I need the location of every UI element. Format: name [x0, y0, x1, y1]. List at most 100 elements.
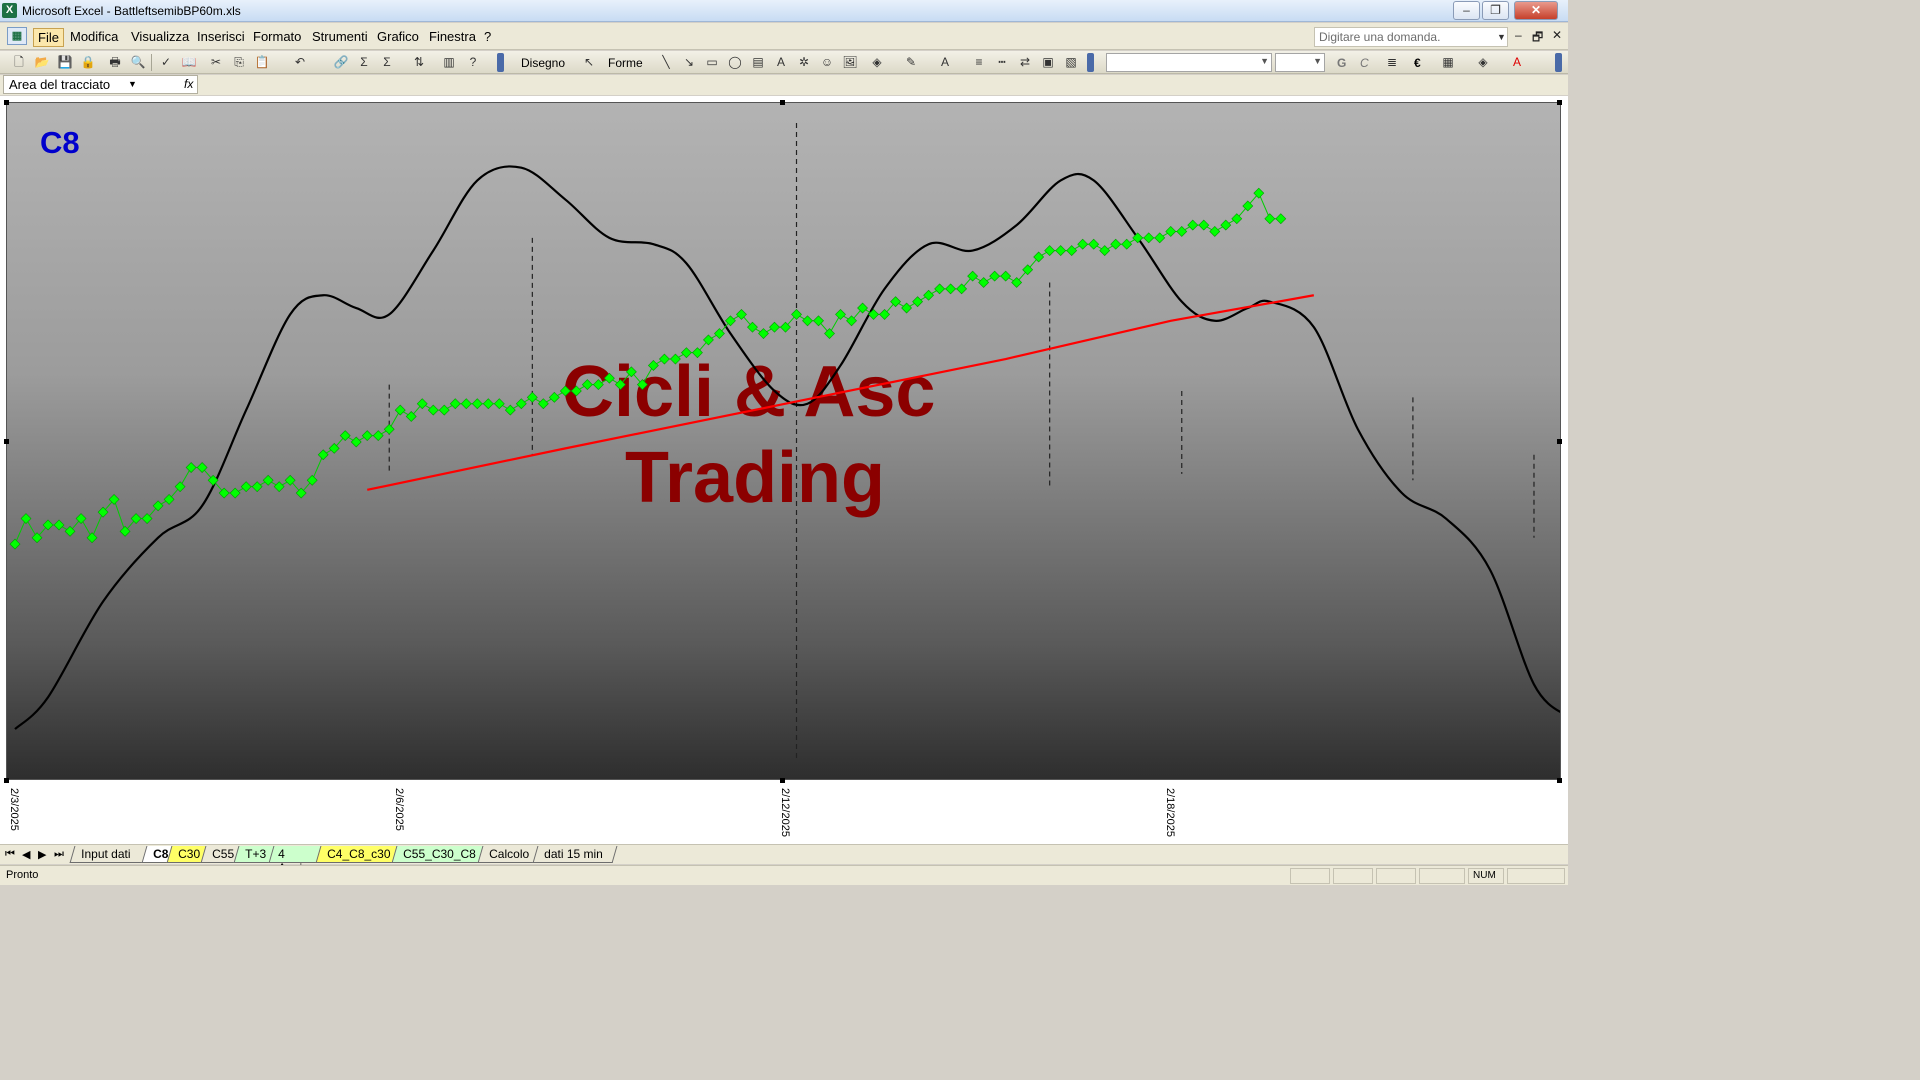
research-icon[interactable]: 📖 — [180, 54, 198, 71]
help-search-input[interactable]: Digitare una domanda. — [1314, 27, 1508, 47]
diagram-icon[interactable]: ✲ — [795, 54, 813, 71]
menu-finestra[interactable]: Finestra — [425, 28, 480, 45]
next-sheet-icon[interactable]: ▶ — [38, 848, 46, 861]
fill-color-icon[interactable]: ◈ — [868, 54, 886, 71]
minimize-button[interactable]: – — [1453, 1, 1480, 20]
toolbar-overflow-handle-2[interactable] — [1087, 53, 1094, 72]
selection-handle[interactable] — [1557, 100, 1562, 105]
font-color-icon-2[interactable]: A — [1508, 54, 1526, 71]
font-name-combo[interactable]: ▼ — [1106, 53, 1272, 72]
save-icon[interactable]: 💾 — [56, 54, 74, 71]
clipart-icon[interactable]: ☺ — [818, 54, 836, 71]
sheet-tab[interactable]: 4 Anni — [268, 846, 323, 875]
fx-icon[interactable]: fx — [184, 77, 193, 91]
draw-menu-button[interactable]: Disegno — [521, 56, 565, 70]
plot-area[interactable]: Cicli & Asc Trading C8 — [6, 102, 1561, 780]
menu-file[interactable]: File — [33, 28, 64, 47]
menu-inserisci[interactable]: Inserisci — [193, 28, 249, 45]
euro-button[interactable]: € — [1414, 56, 1421, 70]
wordart-icon[interactable]: A — [772, 54, 790, 71]
mdi-close-button[interactable]: ✕ — [1552, 28, 1562, 42]
toolbar-overflow-handle-3[interactable] — [1555, 53, 1562, 72]
copy-icon[interactable]: ⎘ — [230, 54, 248, 71]
mdi-minimize-button[interactable]: – — [1515, 28, 1522, 42]
highlight-icon[interactable]: ◈ — [1474, 54, 1492, 71]
chevron-down-icon[interactable]: ▼ — [128, 79, 137, 89]
selection-handle[interactable] — [1557, 778, 1562, 783]
menu-visualizza[interactable]: Visualizza — [127, 28, 193, 45]
arrow-style-icon[interactable]: ⇄ — [1016, 54, 1034, 71]
help-dropdown-icon[interactable]: ▼ — [1497, 32, 1506, 42]
shadow-style-icon[interactable]: ▣ — [1039, 54, 1057, 71]
selection-handle[interactable] — [4, 100, 9, 105]
price-point — [769, 321, 780, 333]
open-folder-icon[interactable]: 📂 — [33, 54, 51, 71]
price-point — [1088, 238, 1100, 250]
spelling-icon[interactable]: ✓ — [157, 54, 175, 71]
price-point — [361, 430, 373, 442]
shapes-menu-button[interactable]: Forme — [608, 56, 643, 70]
selection-handle[interactable] — [4, 439, 9, 444]
menu-modifica[interactable]: Modifica — [66, 28, 122, 45]
last-sheet-icon[interactable]: ⏭ — [54, 848, 64, 861]
chart-wizard-icon[interactable]: ▥ — [440, 54, 458, 71]
cut-icon[interactable]: ✂ — [207, 54, 225, 71]
ellipse-tool-icon[interactable]: ◯ — [726, 54, 744, 71]
sheet-tab[interactable]: dati 15 min — [532, 846, 618, 863]
price-point — [504, 404, 516, 416]
borders-icon[interactable]: ▦ — [1439, 54, 1457, 71]
font-size-combo[interactable]: ▼ — [1275, 53, 1325, 72]
selection-handle[interactable] — [780, 778, 785, 783]
first-sheet-icon[interactable]: ⏮ — [5, 848, 15, 861]
toolbar-overflow-handle[interactable] — [497, 53, 504, 72]
name-box[interactable]: Area del tracciato ▼ fx — [3, 75, 198, 94]
hyperlink-icon[interactable]: 🔗 — [332, 54, 350, 71]
3d-style-icon[interactable]: ▧ — [1062, 54, 1080, 71]
menu-strumenti[interactable]: Strumenti — [308, 28, 372, 45]
close-button[interactable]: ✕ — [1514, 1, 1558, 20]
sheet-tab[interactable]: Input dati — [69, 846, 149, 863]
sheet-tab[interactable]: C4_C8_c30 — [315, 846, 399, 863]
workbook-icon[interactable]: ▦ — [7, 27, 27, 45]
line-color-icon[interactable]: ✎ — [902, 54, 920, 71]
align-center-icon[interactable]: ≣ — [1383, 54, 1401, 71]
selection-handle[interactable] — [780, 100, 785, 105]
sort-icon[interactable]: ⇅ — [410, 54, 428, 71]
price-point — [515, 398, 527, 410]
line-style-icon[interactable]: ≡ — [970, 54, 988, 71]
paste-icon[interactable]: 📋 — [253, 54, 271, 71]
sheet-tab[interactable]: C55_C30_C8 — [391, 846, 485, 863]
selection-handle[interactable] — [4, 778, 9, 783]
arrow-tool-icon[interactable]: ↘ — [680, 54, 698, 71]
autosum-icon[interactable]: Σ — [355, 54, 373, 71]
permission-icon[interactable]: 🔒 — [79, 54, 97, 71]
dash-style-icon[interactable]: ┅ — [993, 54, 1011, 71]
price-point — [1198, 219, 1210, 231]
selection-handle[interactable] — [1557, 439, 1562, 444]
price-point — [647, 360, 659, 371]
select-pointer-icon[interactable]: ↖ — [580, 54, 598, 71]
maximize-button[interactable]: ❐ — [1482, 1, 1509, 20]
sigma-icon[interactable]: Σ — [378, 54, 396, 71]
italic-button[interactable]: C — [1360, 56, 1369, 70]
price-point — [1187, 219, 1199, 231]
rectangle-tool-icon[interactable]: ▭ — [703, 54, 721, 71]
textbox-tool-icon[interactable]: ▤ — [749, 54, 767, 71]
sheet-tab[interactable]: Calcolo — [477, 846, 540, 863]
mdi-restore-button[interactable]: 🗗 — [1532, 28, 1543, 49]
prev-sheet-icon[interactable]: ◀ — [22, 848, 30, 861]
bold-button[interactable]: G — [1337, 56, 1346, 70]
sheet-tab-label: C4_C8_c30 — [327, 847, 391, 861]
menu-formato[interactable]: Formato — [249, 28, 305, 45]
font-color-icon[interactable]: A — [936, 54, 954, 71]
menu-grafico[interactable]: Grafico — [373, 28, 423, 45]
help-icon[interactable]: ? — [464, 54, 482, 71]
line-tool-icon[interactable]: ╲ — [657, 54, 675, 71]
menu-help[interactable]: ? — [480, 28, 495, 45]
excel-app-icon[interactable]: X — [2, 3, 17, 18]
print-icon[interactable]: 🖶 — [106, 54, 124, 71]
picture-icon[interactable]: 🖼 — [841, 54, 859, 71]
new-file-icon[interactable]: 🗋 — [10, 54, 28, 71]
undo-icon[interactable]: ↶ — [291, 54, 309, 71]
print-preview-icon[interactable]: 🔍 — [129, 54, 147, 71]
